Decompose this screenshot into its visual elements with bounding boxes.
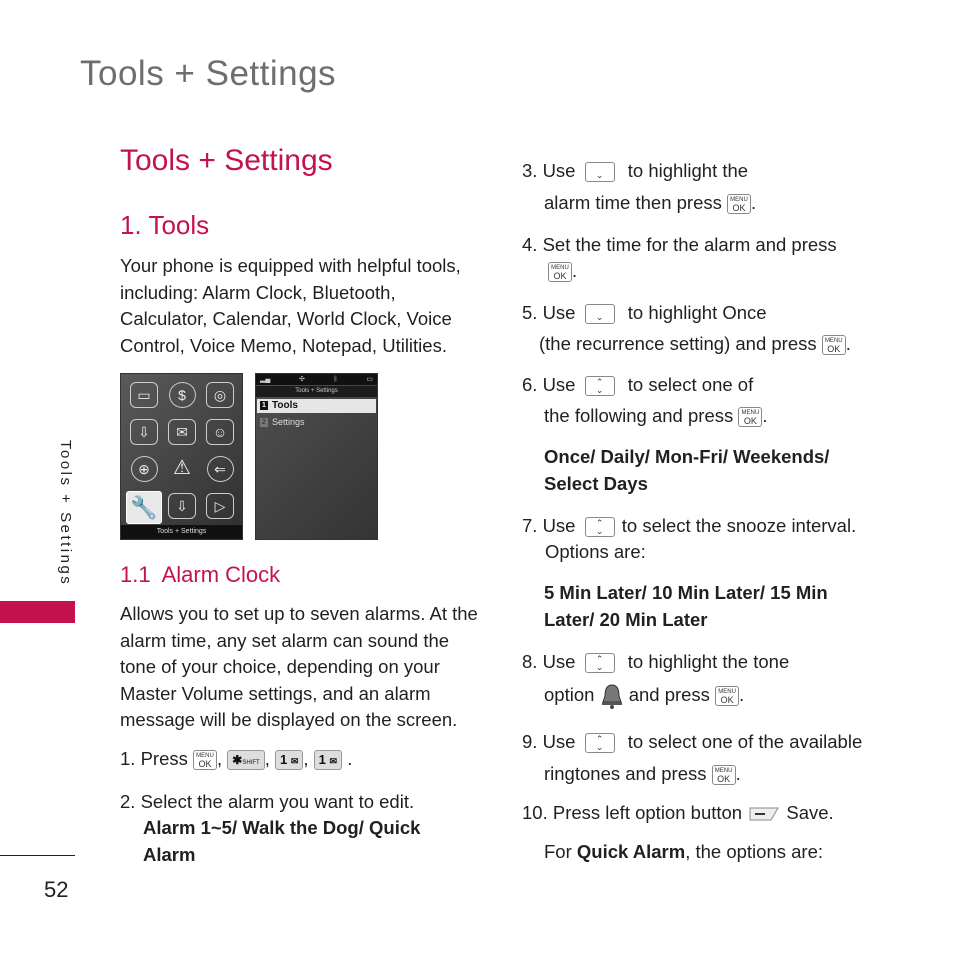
menu-ok-key-icon: MENU OK bbox=[821, 335, 846, 356]
step-10: 10. Press left option button Save. bbox=[522, 802, 834, 823]
step-3-cont: alarm time then press MENU OK. bbox=[544, 192, 757, 215]
quick-alarm-note: For Quick Alarm, the options are: bbox=[544, 841, 824, 862]
step-6: 6. Use ⌃ ⌄ to select one of bbox=[522, 374, 754, 397]
step-6-cont: the following and press MENU OK. bbox=[544, 405, 768, 428]
nav-down-key-icon: ⌄ bbox=[584, 304, 615, 325]
battery-icon: ▭ bbox=[366, 376, 373, 383]
step-7: 7. Use ⌃ ⌄ to select the snooze interval. bbox=[522, 515, 857, 538]
wrench-icon: 🔧 bbox=[126, 491, 162, 524]
bell-icon bbox=[601, 684, 622, 710]
warning-icon: ⚠ bbox=[173, 457, 191, 479]
play-icon: ▷ bbox=[206, 493, 234, 519]
menu-ok-key-icon: MENU OK bbox=[715, 686, 740, 707]
section-title: Tools + Settings bbox=[120, 144, 333, 177]
step-5: 5. Use ⌄ to highlight Once bbox=[522, 302, 767, 325]
step-5-cont: (the recurrence setting) and press MENU O… bbox=[539, 333, 851, 356]
one-key-icon: 1 ✉ bbox=[274, 750, 304, 771]
camera-icon: ◎ bbox=[206, 382, 234, 408]
screen-caption: Tools + Settings bbox=[121, 525, 242, 539]
screen-title-bar: Tools + Settings bbox=[256, 386, 377, 397]
step-3: 3. Use ⌄ to highlight the bbox=[522, 160, 749, 183]
step-2: 2. Select the alarm you want to edit. bbox=[120, 791, 415, 812]
step-text: 1. Press bbox=[120, 748, 188, 769]
screen-title: Tools + Settings bbox=[295, 388, 338, 394]
status-bar: ▂▄ ✣ ᛒ ▭ bbox=[256, 374, 377, 385]
back-arrow-icon: ⇐ bbox=[206, 456, 234, 482]
page-header: Tools + Settings bbox=[80, 54, 337, 93]
nav-up-down-key-icon: ⌃ ⌄ bbox=[584, 653, 615, 674]
bluetooth-icon: ᛒ bbox=[333, 376, 338, 383]
step-7-cont: Options are: bbox=[545, 541, 646, 562]
item-number: 1 bbox=[260, 400, 268, 410]
step-4-cont: MENU OK. bbox=[548, 258, 577, 285]
step-9: 9. Use ⌃ ⌄ to select one of the available bbox=[522, 731, 863, 754]
tools-heading: 1. Tools bbox=[120, 210, 210, 240]
nav-up-down-key-icon: ⌃ ⌄ bbox=[584, 517, 615, 538]
step-7-options: 5 Min Later/ 10 Min Later/ 15 Min Later/… bbox=[544, 582, 828, 630]
menu-ok-key-icon: MENU OK bbox=[727, 194, 752, 215]
left-soft-key-icon bbox=[749, 807, 780, 821]
nav-up-down-key-icon: ⌃ ⌄ bbox=[584, 376, 615, 397]
nav-up-down-key-icon: ⌃ ⌄ bbox=[584, 733, 615, 754]
step-2-options: Alarm 1~5/ Walk the Dog/ Quick Alarm bbox=[143, 817, 421, 865]
step-4: 4. Set the time for the alarm and press bbox=[522, 234, 837, 255]
step-1: 1. Press MENU OK, ✱SHIFT, 1 ✉, 1 ✉ . bbox=[120, 748, 353, 771]
alarm-clock-body: Allows you to set up to seven alarms. At… bbox=[120, 603, 478, 731]
step-6-options: Once/ Daily/ Mon-Fri/ Weekends/ Select D… bbox=[544, 446, 830, 494]
one-key-icon: 1 ✉ bbox=[313, 750, 343, 771]
menu-ok-key-icon: MENU OK bbox=[193, 750, 217, 771]
item-number: 2 bbox=[260, 418, 268, 428]
tools-body: Your phone is equipped with helpful tool… bbox=[120, 255, 461, 356]
menu-ok-key-icon: MENU OK bbox=[548, 262, 572, 283]
step-8: 8. Use ⌃ ⌄ to highlight the tone bbox=[522, 651, 790, 674]
menu-ok-key-icon: MENU OK bbox=[738, 407, 763, 428]
alarm-clock-heading: 1.1 Alarm Clock bbox=[120, 562, 281, 587]
briefcase-icon: ▭ bbox=[130, 382, 158, 408]
submenu-item-tools[interactable]: 1 Tools bbox=[257, 399, 376, 413]
dollar-icon: $ bbox=[168, 382, 196, 408]
phone-screen-main-menu: ▭ $ ◎ ⇩ ✉ ☺ ⊕ ⚠ ⇐ 🔧 ⇩ ▷ Tools + Settings bbox=[120, 373, 243, 540]
page-number: 52 bbox=[44, 877, 69, 902]
side-section-tab bbox=[0, 601, 75, 623]
step-8-cont: option and press MENU OK. bbox=[544, 682, 744, 710]
gps-icon: ✣ bbox=[298, 376, 305, 383]
submenu-item-settings[interactable]: 2 Settings bbox=[257, 415, 376, 429]
folder-download-icon: ⇩ bbox=[168, 493, 196, 519]
signal-icon: ▂▄ bbox=[260, 376, 271, 383]
contacts-icon: ☺ bbox=[206, 419, 234, 445]
step-9-cont: ringtones and press MENU OK. bbox=[544, 763, 741, 786]
phone-screen-submenu: ▂▄ ✣ ᛒ ▭ Tools + Settings 1 Tools 2 Settin… bbox=[255, 373, 378, 540]
envelope-icon: ✉ bbox=[168, 419, 196, 445]
menu-icon-grid: ▭ $ ◎ ⇩ ✉ ☺ ⊕ ⚠ ⇐ 🔧 ⇩ ▷ bbox=[125, 380, 239, 528]
star-shift-key-icon: ✱SHIFT bbox=[227, 750, 265, 771]
footer-rule bbox=[0, 855, 75, 856]
item-label: Tools bbox=[272, 400, 298, 411]
globe-icon: ⊕ bbox=[130, 456, 158, 482]
nav-down-key-icon: ⌄ bbox=[584, 162, 615, 183]
shopping-cart-icon: ⇩ bbox=[130, 419, 158, 445]
item-label: Settings bbox=[272, 417, 305, 427]
side-section-label: Tools + Settings bbox=[57, 440, 74, 587]
menu-ok-key-icon: MENU OK bbox=[711, 765, 736, 786]
